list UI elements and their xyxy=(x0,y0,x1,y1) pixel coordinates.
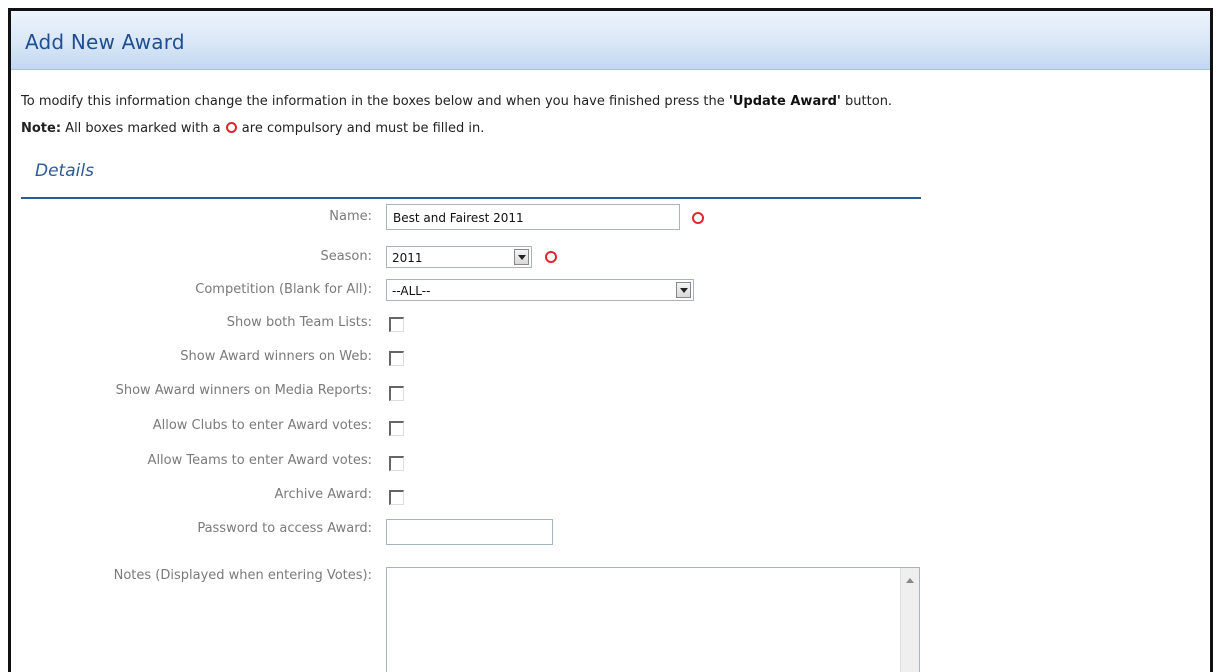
award-form-window: Add New Award To modify this information… xyxy=(8,8,1213,672)
note-text-after: are compulsory and must be filled in. xyxy=(237,121,485,136)
show-media-checkbox[interactable] xyxy=(389,386,404,401)
archive-checkbox[interactable] xyxy=(389,490,404,505)
page-title: Add New Award xyxy=(25,30,185,54)
password-input[interactable] xyxy=(386,519,553,545)
allow-teams-checkbox[interactable] xyxy=(389,456,404,471)
note-text: Note: All boxes marked with a are compul… xyxy=(21,121,484,136)
name-input[interactable]: Best and Fairest 2011 xyxy=(386,204,680,230)
allow-clubs-checkbox[interactable] xyxy=(389,421,404,436)
page-header: Add New Award xyxy=(11,11,1210,70)
dropdown-arrow-icon[interactable] xyxy=(676,282,691,298)
scroll-up-icon[interactable] xyxy=(900,568,919,672)
show-web-label: Show Award winners on Web: xyxy=(180,349,372,364)
required-icon xyxy=(545,251,557,263)
intro-text-after: button. xyxy=(840,94,893,109)
dropdown-arrow-icon[interactable] xyxy=(514,249,529,265)
required-icon xyxy=(225,122,237,133)
intro-button-ref: 'Update Award' xyxy=(728,94,841,109)
show-web-checkbox[interactable] xyxy=(389,351,404,366)
allow-teams-label: Allow Teams to enter Award votes: xyxy=(147,453,372,468)
section-title: Details xyxy=(35,161,94,181)
season-select-value: 2011 xyxy=(392,251,423,265)
name-label: Name: xyxy=(329,209,372,224)
details-section-header: Details xyxy=(21,151,921,199)
intro-text-before: To modify this information change the in… xyxy=(21,94,729,109)
archive-label: Archive Award: xyxy=(274,487,373,502)
competition-select-value: --ALL-- xyxy=(392,284,431,298)
notes-textarea[interactable] xyxy=(386,567,920,672)
note-label: Note: xyxy=(21,121,62,136)
notes-label: Notes (Displayed when entering Votes): xyxy=(113,568,372,583)
season-select[interactable]: 2011 xyxy=(386,246,532,268)
intro-text: To modify this information change the in… xyxy=(21,94,892,109)
show-team-lists-checkbox[interactable] xyxy=(389,317,404,332)
competition-label: Competition (Blank for All): xyxy=(195,282,372,297)
required-icon xyxy=(692,212,704,224)
password-label: Password to access Award: xyxy=(197,521,372,536)
show-media-label: Show Award winners on Media Reports: xyxy=(115,383,372,398)
note-text-before: All boxes marked with a xyxy=(61,121,225,136)
season-label: Season: xyxy=(320,249,372,264)
show-team-lists-label: Show both Team Lists: xyxy=(226,315,372,330)
competition-select[interactable]: --ALL-- xyxy=(386,279,694,301)
allow-clubs-label: Allow Clubs to enter Award votes: xyxy=(152,418,372,433)
